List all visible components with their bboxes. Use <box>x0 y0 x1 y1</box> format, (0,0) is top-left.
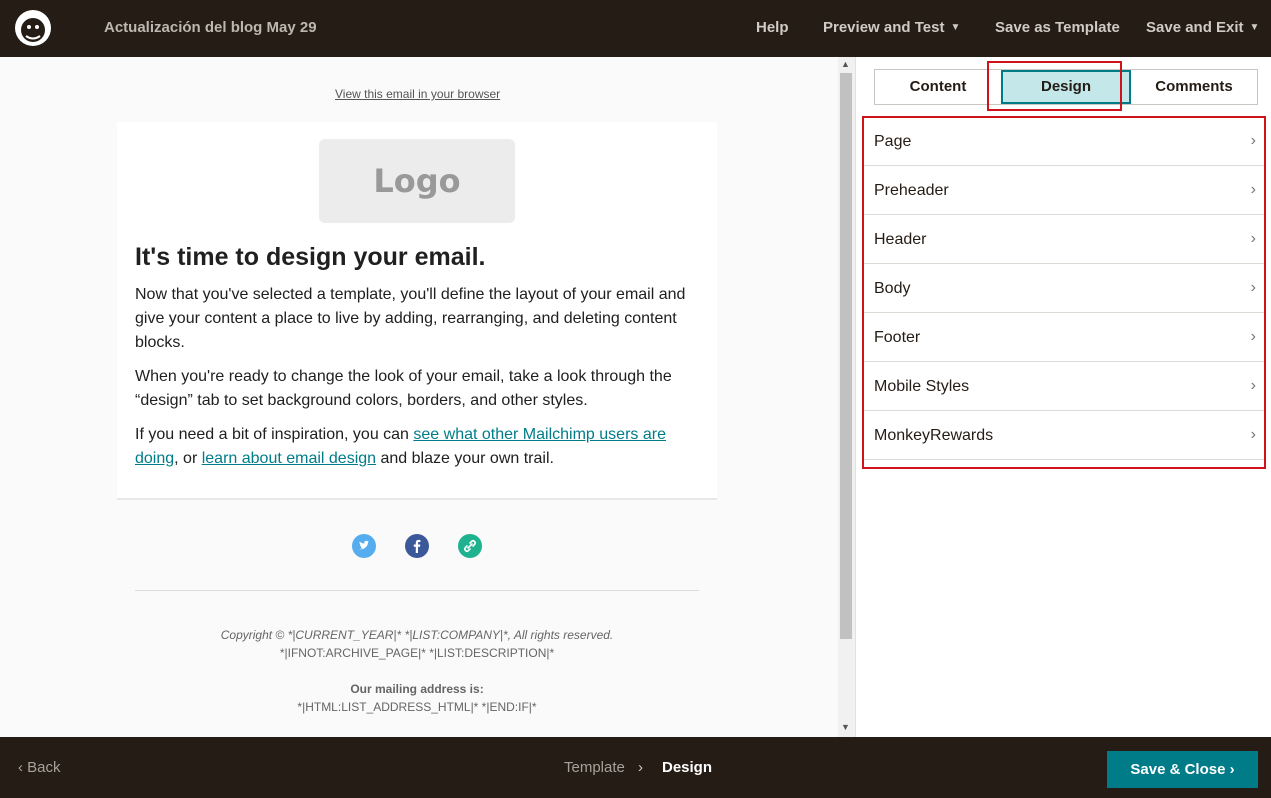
footer-divider <box>135 590 699 591</box>
scroll-down-icon[interactable]: ▼ <box>841 722 850 732</box>
learn-email-design-link[interactable]: learn about email design <box>202 450 376 467</box>
preview-and-test-menu[interactable]: Preview and Test ▼ <box>823 19 960 36</box>
back-button[interactable]: ‹ Back <box>18 759 61 776</box>
chevron-right-icon: › <box>1225 761 1235 778</box>
footer-address: *|HTML:LIST_ADDRESS_HTML|* *|END:IF|* <box>297 700 537 714</box>
save-and-exit-menu[interactable]: Save and Exit ▼ <box>1146 19 1259 36</box>
design-list-highlight <box>862 116 1266 469</box>
chevron-down-icon: ▼ <box>1249 22 1260 33</box>
footer-copyright: Copyright © *|CURRENT_YEAR|* *|LIST:COMP… <box>220 628 614 642</box>
save-and-close-button[interactable]: Save & Close › <box>1107 751 1258 788</box>
design-panel: Content Design Comments Page › Preheader ›… <box>856 57 1271 737</box>
mailchimp-logo-icon[interactable] <box>14 8 52 48</box>
email-paragraph-3: If you need a bit of inspiration, you ca… <box>135 426 666 467</box>
scrollbar-thumb[interactable] <box>840 73 852 639</box>
breadcrumb-template[interactable]: Template <box>564 759 625 776</box>
tab-content[interactable]: Content <box>875 70 1001 104</box>
chevron-right-icon: › <box>638 759 643 776</box>
design-tab-highlight <box>987 61 1122 111</box>
facebook-icon[interactable] <box>405 534 429 558</box>
top-bar: Actualización del blog May 29 Help Previ… <box>0 0 1271 57</box>
tab-comments[interactable]: Comments <box>1131 70 1257 104</box>
email-preview-pane: View this email in your browser Logo It'… <box>0 57 838 737</box>
bottom-bar: ‹ Back Template › Design Save & Close › <box>0 737 1271 798</box>
email-paragraph-2: When you're ready to change the look of … <box>135 368 672 409</box>
breadcrumb-design: Design <box>662 759 713 776</box>
email-paragraph-1: Now that you've selected a template, you… <box>135 286 686 351</box>
save-as-template-link[interactable]: Save as Template <box>995 19 1120 36</box>
link-icon[interactable] <box>458 534 482 558</box>
help-link[interactable]: Help <box>756 19 789 36</box>
campaign-title[interactable]: Actualización del blog May 29 <box>104 19 317 36</box>
footer-address-label: Our mailing address is: <box>350 682 484 696</box>
twitter-icon[interactable] <box>352 534 376 558</box>
chevron-down-icon: ▼ <box>950 22 961 33</box>
logo-placeholder[interactable]: Logo <box>319 139 515 223</box>
preview-scrollbar[interactable]: ▲ ▼ <box>838 57 856 737</box>
email-body-card: Logo It's time to design your email. Now… <box>117 122 717 500</box>
email-heading: It's time to design your email. <box>135 243 486 271</box>
chevron-left-icon: ‹ <box>18 759 28 776</box>
view-in-browser-link[interactable]: View this email in your browser <box>335 87 500 101</box>
footer-description: *|IFNOT:ARCHIVE_PAGE|* *|LIST:DESCRIPTIO… <box>279 646 555 660</box>
scroll-up-icon[interactable]: ▲ <box>841 59 850 69</box>
